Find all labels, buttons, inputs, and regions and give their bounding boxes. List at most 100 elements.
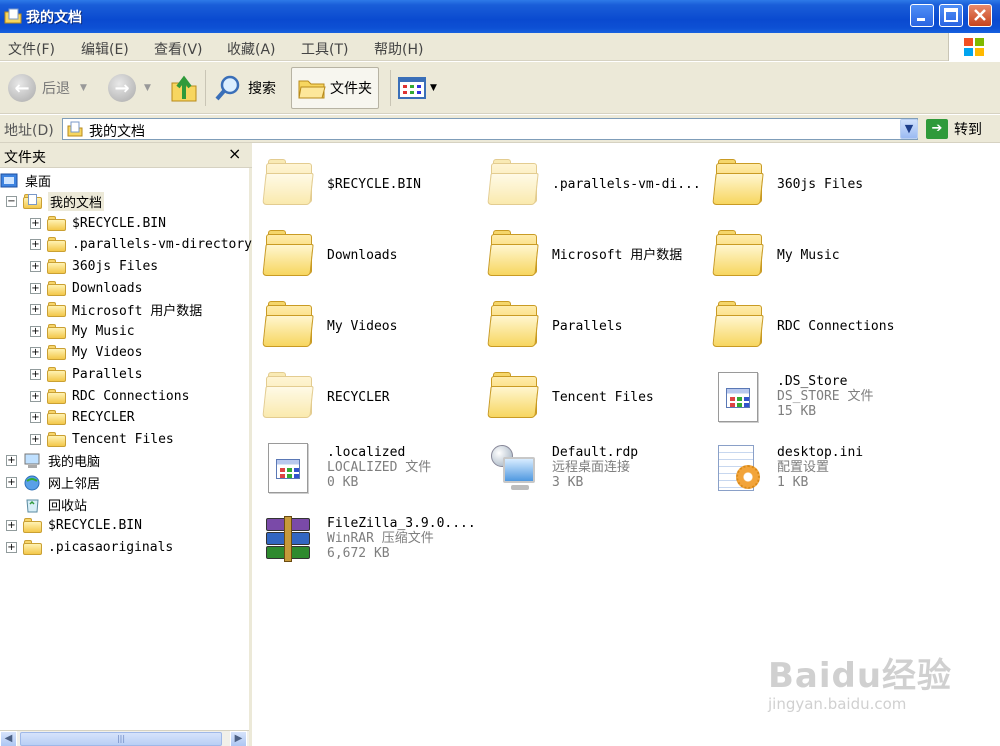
expand-icon[interactable]: + [30, 347, 41, 359]
forward-dropdown-icon[interactable]: ▼ [144, 83, 151, 93]
file-item[interactable]: RECYCLER [255, 362, 477, 422]
file-item[interactable]: desktop.ini 配置设置 1 KB [705, 433, 927, 493]
search-button[interactable]: 搜索 [214, 67, 276, 109]
tree-item[interactable]: + 我的电脑 [6, 451, 100, 471]
expand-icon[interactable]: + [6, 455, 17, 467]
folders-icon [298, 80, 326, 99]
expand-icon[interactable]: + [30, 304, 41, 316]
file-item[interactable]: My Videos [255, 291, 477, 351]
menu-view[interactable]: 查看(V) [154, 39, 203, 59]
file-name: FileZilla_3.9.0.... [327, 516, 476, 531]
expand-icon[interactable]: + [30, 260, 41, 272]
forward-button[interactable]: → ▼ [108, 67, 151, 109]
menu-help[interactable]: 帮助(H) [374, 39, 423, 59]
file-item[interactable]: My Music [705, 220, 927, 280]
folder-pane-title: 文件夹 [4, 150, 46, 166]
expand-icon[interactable]: + [6, 476, 17, 488]
file-item[interactable]: Microsoft 用户数据 [480, 220, 702, 280]
minimize-button[interactable] [910, 4, 934, 27]
file-item-texts: RDC Connections [777, 319, 894, 334]
close-icon [974, 9, 986, 21]
folder-icon [47, 237, 66, 253]
file-item-texts: .parallels-vm-di... [552, 177, 701, 192]
scroll-left-button[interactable]: ◀ [0, 731, 17, 746]
hidden-folder-icon [262, 372, 314, 420]
scroll-right-button[interactable]: ▶ [230, 731, 247, 746]
close-button[interactable] [968, 4, 992, 27]
menu-favorites[interactable]: 收藏(A) [227, 39, 276, 59]
file-size: 15 KB [777, 404, 817, 419]
folder-icon [47, 431, 66, 447]
menu-file[interactable]: 文件(F) [8, 39, 55, 59]
file-type: LOCALIZED 文件 [327, 460, 432, 475]
expand-icon[interactable]: + [30, 239, 41, 251]
file-item[interactable]: .parallels-vm-di... [480, 149, 702, 209]
menu-edit[interactable]: 编辑(E) [81, 39, 129, 59]
file-item[interactable]: Tencent Files [480, 362, 702, 422]
folders-button[interactable]: 文件夹 [291, 67, 379, 109]
expand-icon[interactable]: + [30, 217, 41, 229]
tree-item[interactable]: 桌面 [0, 170, 51, 190]
folder-icon [23, 518, 42, 534]
tree-item[interactable]: + Tencent Files [30, 429, 174, 449]
tree-item-label: My Videos [72, 345, 143, 361]
expand-icon[interactable]: + [30, 368, 41, 380]
file-item-texts: RECYCLER [327, 390, 390, 405]
tree-item[interactable]: + RDC Connections [30, 386, 189, 406]
my-computer-icon [23, 453, 42, 469]
tree-item[interactable]: + 网上邻居 [6, 472, 100, 492]
file-name: .parallels-vm-di... [552, 177, 701, 192]
file-item[interactable]: Parallels [480, 291, 702, 351]
horizontal-scrollbar[interactable]: ◀ ||| ▶ [0, 730, 249, 746]
file-item-texts: FileZilla_3.9.0.... WinRAR 压缩文件 6,672 KB [327, 516, 476, 561]
file-item[interactable]: FileZilla_3.9.0.... WinRAR 压缩文件 6,672 KB [255, 504, 477, 564]
maximize-icon [944, 8, 958, 22]
tree-item[interactable]: + $RECYCLE.BIN [6, 516, 142, 536]
tree-item[interactable]: + RECYCLER [30, 408, 135, 428]
file-item[interactable]: .DS_Store DS_STORE 文件 15 KB [705, 362, 927, 422]
folder-icon [47, 388, 66, 404]
back-dropdown-icon[interactable]: ▼ [80, 83, 87, 93]
expand-icon[interactable]: + [30, 433, 41, 445]
menu-tools[interactable]: 工具(T) [301, 39, 348, 59]
file-name: Downloads [327, 248, 398, 263]
tree-item[interactable]: + Parallels [30, 364, 142, 384]
file-name: RDC Connections [777, 319, 895, 334]
tree-item[interactable]: + Microsoft 用户数据 [30, 300, 202, 320]
collapse-icon[interactable]: − [6, 196, 17, 208]
tree-item[interactable]: + Downloads [30, 278, 142, 298]
address-bar: 地址(D) 我的文档 ▼ ➔ 转到 [0, 115, 1000, 143]
expand-icon[interactable]: + [30, 390, 41, 402]
expand-icon[interactable]: + [30, 325, 41, 337]
tree-item[interactable]: + $RECYCLE.BIN [30, 213, 166, 233]
tree-item[interactable]: − 我的文档 [6, 192, 105, 212]
file-item[interactable]: 360js Files [705, 149, 927, 209]
tree-item[interactable]: + My Music [30, 321, 135, 341]
go-button[interactable]: ➔ 转到 [926, 119, 982, 139]
expand-icon[interactable]: + [6, 541, 17, 553]
file-item[interactable]: .localized LOCALIZED 文件 0 KB [255, 433, 477, 493]
tree-item[interactable]: 回收站 [6, 494, 87, 514]
up-button[interactable] [170, 67, 198, 109]
folder-pane-close-button[interactable]: × [228, 144, 241, 163]
views-button[interactable]: ▼ [398, 67, 437, 109]
file-item[interactable]: Default.rdp 远程桌面连接 3 KB [480, 433, 702, 493]
file-item[interactable]: $RECYCLE.BIN [255, 149, 477, 209]
file-item[interactable]: RDC Connections [705, 291, 927, 351]
address-dropdown-button[interactable]: ▼ [900, 119, 918, 139]
expand-icon[interactable]: + [30, 412, 41, 424]
tree-item[interactable]: + .parallels-vm-directory [30, 235, 252, 255]
back-button[interactable]: ← 后退 ▼ [8, 67, 87, 109]
expand-icon[interactable]: + [6, 520, 17, 532]
ini-icon [714, 443, 764, 491]
file-item[interactable]: Downloads [255, 220, 477, 280]
tree-item[interactable]: + My Videos [30, 343, 142, 363]
folder-icon [487, 372, 539, 420]
tree-item[interactable]: + .picasaoriginals [6, 537, 173, 557]
scroll-thumb[interactable]: ||| [20, 732, 222, 746]
maximize-button[interactable] [939, 4, 963, 27]
tree-item-label: 360js Files [72, 258, 159, 274]
address-input[interactable]: 我的文档 ▼ [62, 118, 918, 140]
expand-icon[interactable]: + [30, 282, 41, 294]
tree-item[interactable]: +360js Files [30, 256, 158, 276]
